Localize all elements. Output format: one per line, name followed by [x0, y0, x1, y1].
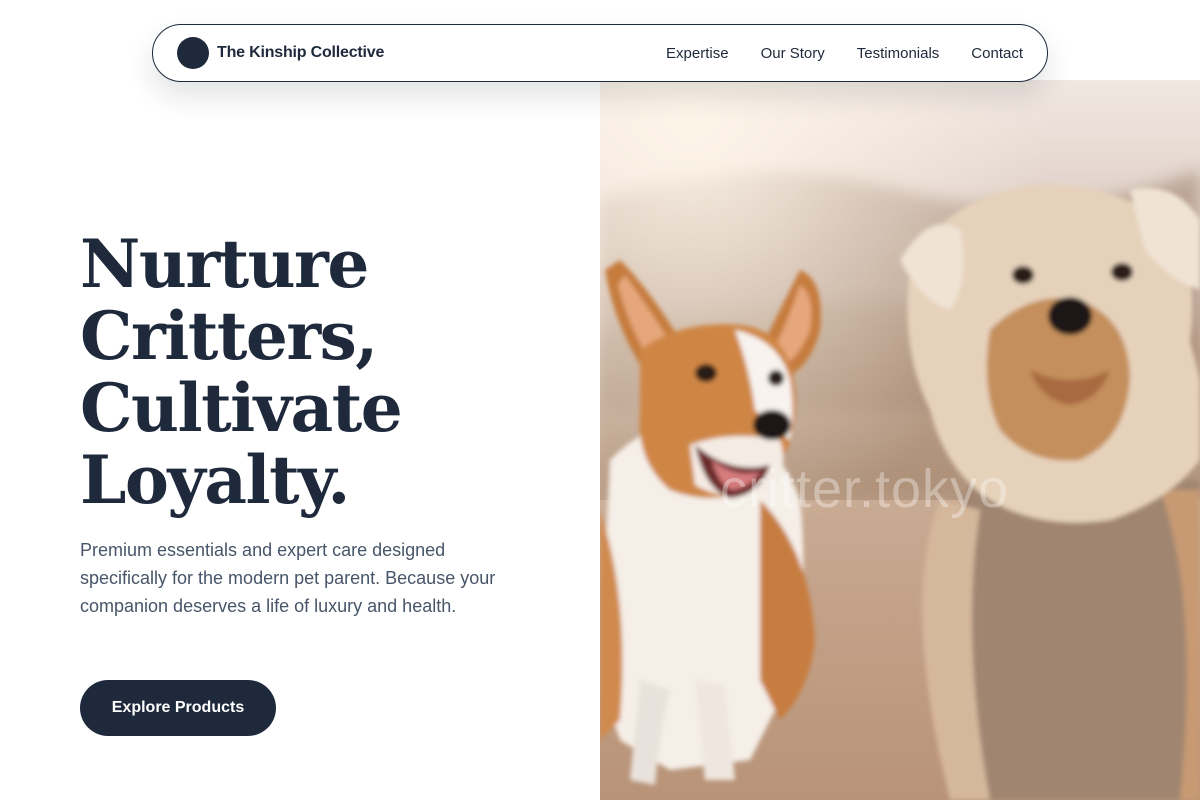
nav-link-expertise[interactable]: Expertise — [666, 45, 729, 62]
hero-image-two-dogs: critter.tokyo — [600, 80, 1200, 800]
landing-page: The Kinship Collective Expertise Our Sto… — [0, 0, 1200, 800]
brand[interactable]: The Kinship Collective — [177, 37, 384, 69]
brand-name: The Kinship Collective — [217, 44, 385, 61]
hero-title-line: Nurture — [80, 225, 369, 303]
nav-link-our-story[interactable]: Our Story — [761, 45, 825, 62]
explore-products-button[interactable]: Explore Products — [80, 680, 276, 736]
top-navigation: The Kinship Collective Expertise Our Sto… — [152, 24, 1048, 82]
nav-links: Expertise Our Story Testimonials Contact — [666, 45, 1023, 62]
hero-title-line: Cultivate — [80, 369, 403, 447]
nav-link-contact[interactable]: Contact — [971, 45, 1023, 62]
nav-link-testimonials[interactable]: Testimonials — [857, 45, 940, 62]
dogs-illustration — [600, 80, 1200, 800]
circle-logo-icon — [177, 37, 209, 69]
image-watermark: critter.tokyo — [720, 459, 1010, 519]
hero-title-line: Critters, — [80, 297, 378, 375]
hero-title-line: Loyalty. — [80, 441, 350, 519]
hero-description: Premium essentials and expert care desig… — [80, 540, 496, 616]
hero-title: Nurture Critters, Cultivate Loyalty. — [80, 225, 403, 519]
